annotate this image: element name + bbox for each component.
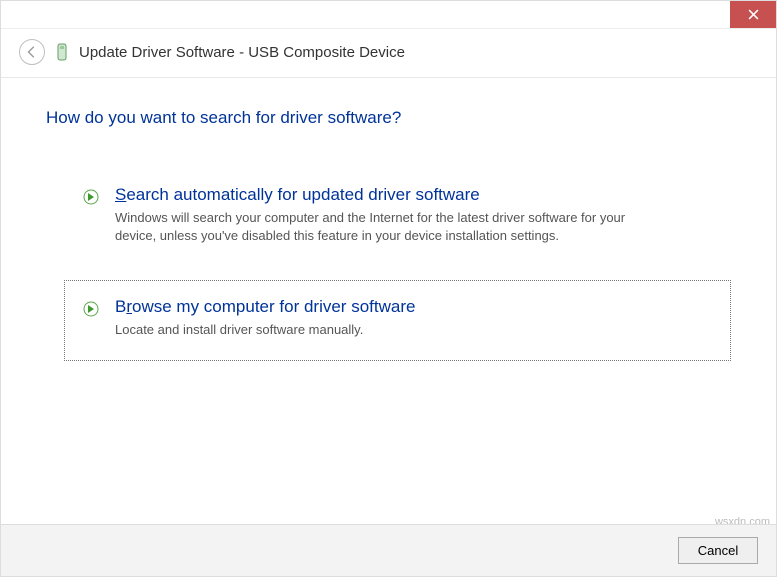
wizard-content: How do you want to search for driver sof… [1, 78, 776, 385]
close-icon [748, 9, 759, 20]
option-description: Windows will search your computer and th… [115, 209, 655, 245]
back-button[interactable] [19, 39, 45, 65]
wizard-question: How do you want to search for driver sof… [46, 108, 731, 128]
option-search-automatically[interactable]: Search automatically for updated driver … [64, 168, 731, 266]
option-description: Locate and install driver software manua… [115, 321, 655, 339]
option-browse-computer[interactable]: Browse my computer for driver software L… [64, 280, 731, 360]
option-title: Browse my computer for driver software [115, 297, 712, 317]
option-title: Search automatically for updated driver … [115, 185, 712, 205]
arrow-right-icon [83, 189, 101, 210]
wizard-header: Update Driver Software - USB Composite D… [1, 29, 776, 78]
device-icon [55, 43, 69, 61]
wizard-footer: Cancel [1, 524, 776, 576]
cancel-button[interactable]: Cancel [678, 537, 758, 564]
arrow-right-icon [83, 301, 101, 322]
options-list: Search automatically for updated driver … [46, 168, 731, 361]
close-button[interactable] [730, 1, 776, 28]
titlebar [1, 1, 776, 29]
wizard-title: Update Driver Software - USB Composite D… [79, 44, 405, 61]
back-arrow-icon [25, 45, 39, 59]
